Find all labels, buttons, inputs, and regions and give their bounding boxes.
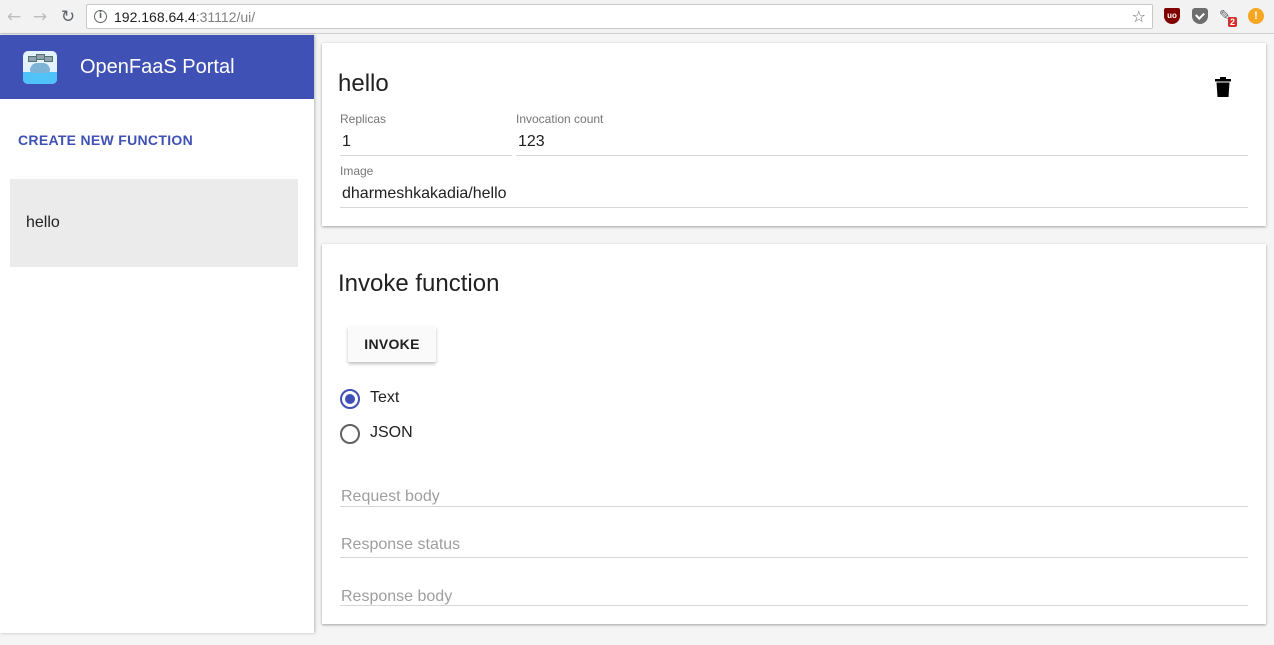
function-list-item-label: hello (26, 214, 60, 231)
request-body-underline (340, 506, 1248, 507)
bookmark-star-icon[interactable]: ☆ (1132, 7, 1146, 26)
response-status-field[interactable]: Response status (341, 536, 460, 554)
image-value: dharmeshkakadia/hello (342, 185, 507, 202)
invoke-button[interactable]: INVOKE (348, 326, 436, 362)
function-list-item[interactable]: hello (10, 179, 298, 267)
replicas-value: 1 (342, 133, 351, 150)
response-body-field[interactable]: Response body (341, 588, 452, 606)
app-title: OpenFaaS Portal (80, 56, 235, 78)
invoke-function-card: Invoke function INVOKE Text JSON Request… (322, 244, 1266, 624)
function-detail-card: hello Replicas 1 Invocation count 123 Im… (322, 43, 1266, 226)
invoke-title: Invoke function (338, 270, 500, 297)
invocation-count-label: Invocation count (516, 112, 604, 126)
replicas-underline (340, 155, 512, 156)
warning-extension-icon[interactable]: ! (1248, 8, 1264, 24)
url-text: 192.168.64.4:31112/ui/ (114, 9, 255, 25)
response-status-underline (340, 557, 1248, 558)
pocket-extension-icon[interactable] (1192, 8, 1208, 24)
text-radio-label[interactable]: Text (370, 389, 399, 407)
openfaas-logo (23, 51, 57, 84)
image-underline (340, 207, 1248, 208)
url-path: :31112/ui/ (195, 9, 256, 25)
extension-badge: 2 (1228, 17, 1238, 27)
reload-icon[interactable]: ↻ (58, 7, 78, 27)
delete-trash-icon[interactable] (1215, 77, 1231, 97)
sidebar: OpenFaaS Portal CREATE NEW FUNCTION hell… (0, 35, 314, 633)
address-bar[interactable]: i 192.168.64.4:31112/ui/ ☆ (86, 4, 1153, 29)
function-title: hello (338, 70, 389, 97)
sidebar-header: OpenFaaS Portal (0, 35, 314, 99)
invocation-count-underline (516, 155, 1248, 156)
json-radio[interactable] (340, 424, 360, 444)
request-body-input[interactable]: Request body (341, 488, 440, 506)
back-arrow-icon[interactable]: ← (4, 7, 24, 27)
response-body-underline (340, 605, 1248, 606)
ublock-extension-icon[interactable]: uo (1164, 8, 1180, 24)
forward-arrow-icon[interactable]: → (30, 7, 50, 27)
invocation-count-value: 123 (518, 133, 545, 150)
json-radio-label[interactable]: JSON (370, 424, 413, 442)
info-icon[interactable]: i (94, 10, 107, 23)
url-host: 192.168.64.4 (114, 9, 196, 25)
text-radio[interactable] (340, 389, 360, 409)
replicas-label: Replicas (340, 112, 387, 126)
browser-toolbar: ← → ↻ i 192.168.64.4:31112/ui/ ☆ uo ✎ 2 … (0, 0, 1274, 34)
create-new-function-button[interactable]: CREATE NEW FUNCTION (18, 132, 193, 148)
image-label: Image (340, 164, 374, 178)
